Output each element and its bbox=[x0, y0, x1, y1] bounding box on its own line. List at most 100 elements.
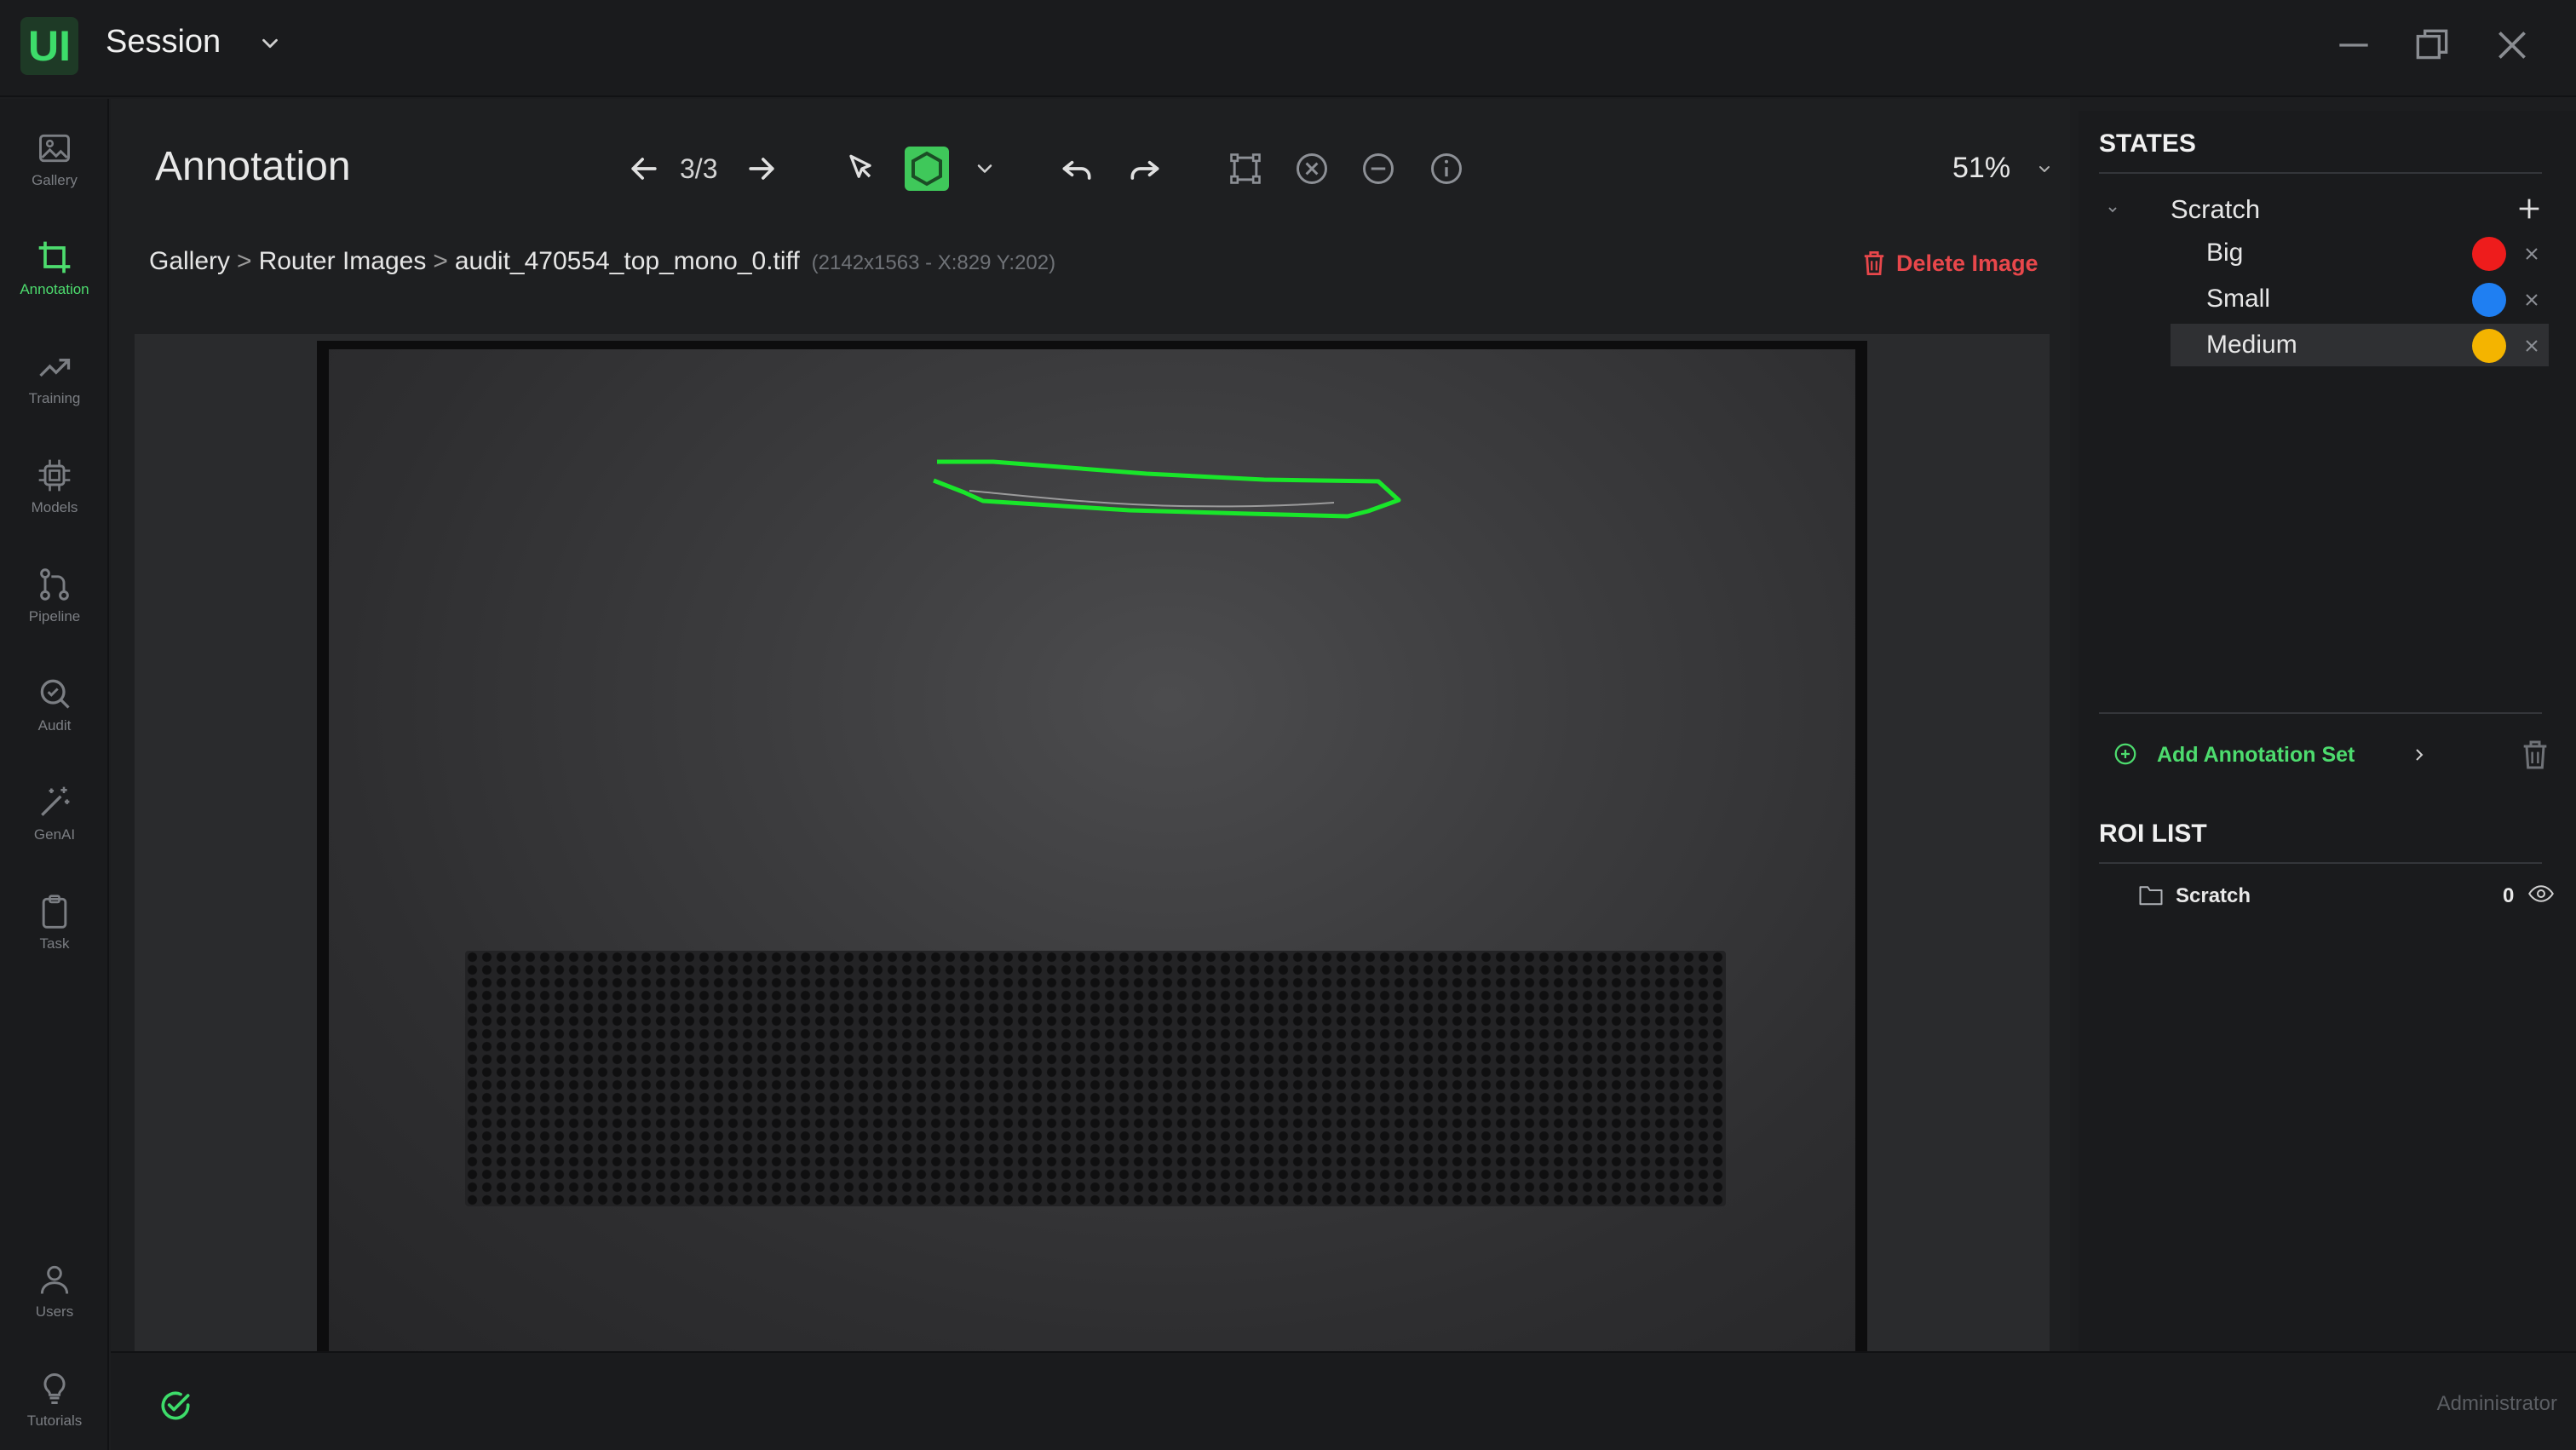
undo-icon[interactable] bbox=[1058, 150, 1095, 187]
image-icon bbox=[39, 134, 70, 163]
minimize-icon[interactable] bbox=[2332, 24, 2375, 66]
status-bar: Administrator bbox=[111, 1351, 2576, 1450]
divider bbox=[2099, 172, 2542, 174]
crop-icon bbox=[38, 241, 71, 273]
app-logo: UI bbox=[20, 17, 78, 75]
select-cursor-icon[interactable] bbox=[842, 150, 879, 187]
folder-icon bbox=[2139, 886, 2163, 906]
clipboard-icon bbox=[42, 895, 67, 929]
image-info: (2142x1563 - X:829 Y:202) bbox=[811, 251, 1056, 274]
breadcrumb-separator: > bbox=[433, 247, 448, 275]
nav-pipeline[interactable]: Pipeline bbox=[0, 555, 109, 649]
session-title[interactable]: Session bbox=[106, 24, 221, 60]
chevron-down-icon[interactable] bbox=[2102, 199, 2123, 220]
close-icon[interactable] bbox=[2521, 290, 2542, 310]
nav-genai[interactable]: GenAI bbox=[0, 774, 109, 867]
restore-icon[interactable] bbox=[2411, 24, 2453, 66]
close-icon[interactable] bbox=[2491, 24, 2533, 66]
polygon-tool-icon[interactable] bbox=[903, 145, 951, 193]
roi-count: 0 bbox=[2503, 884, 2515, 907]
chevron-down-icon[interactable] bbox=[973, 157, 997, 181]
page-title: Annotation bbox=[155, 144, 351, 189]
nav-label: Gallery bbox=[32, 172, 78, 188]
nav-audit[interactable]: Audit bbox=[0, 665, 109, 758]
state-item-medium[interactable]: Medium bbox=[2171, 324, 2549, 366]
nav-annotation[interactable]: Annotation bbox=[0, 228, 109, 322]
git-branch-icon bbox=[40, 568, 69, 601]
state-color-swatch[interactable] bbox=[2472, 237, 2506, 271]
nav-training[interactable]: Training bbox=[0, 337, 109, 431]
nav-users[interactable]: Users bbox=[0, 1251, 109, 1344]
nav-label: Audit bbox=[37, 717, 72, 734]
nav-label: Tutorials bbox=[26, 1413, 83, 1429]
state-name: Medium bbox=[2206, 331, 2297, 359]
user-icon bbox=[40, 1265, 69, 1294]
zoom-level[interactable]: 51% bbox=[1952, 152, 2010, 185]
breadcrumb: Gallery > Router Images > audit_470554_top_m… bbox=[149, 247, 1055, 276]
info-icon[interactable] bbox=[1428, 150, 1465, 187]
trend-icon bbox=[39, 359, 71, 377]
chevron-down-icon[interactable] bbox=[257, 31, 283, 56]
trash-icon bbox=[1864, 251, 1884, 275]
nav-label: GenAI bbox=[33, 826, 76, 843]
breadcrumb-gallery[interactable]: Gallery bbox=[149, 247, 230, 275]
nav-label: Annotation bbox=[20, 281, 89, 297]
roi-name: Scratch bbox=[2176, 884, 2251, 907]
plus-circle-icon bbox=[2114, 743, 2136, 765]
router-image bbox=[329, 349, 1855, 1351]
magic-wand-icon bbox=[41, 786, 70, 816]
sidebar: Gallery Annotation Training Models Pipel… bbox=[0, 99, 109, 1450]
arrow-right-icon[interactable] bbox=[743, 150, 780, 187]
roi-list-heading: ROI LIST bbox=[2099, 820, 2207, 848]
nav-gallery[interactable]: Gallery bbox=[0, 119, 109, 213]
check-circle-icon bbox=[161, 1391, 190, 1420]
eye-icon[interactable] bbox=[2528, 883, 2554, 905]
delete-image-label: Delete Image bbox=[1896, 250, 2038, 276]
add-annotation-set-label: Add Annotation Set bbox=[2157, 743, 2355, 767]
redo-icon[interactable] bbox=[1126, 150, 1164, 187]
title-bar: UI Session bbox=[0, 0, 2576, 97]
state-name: Big bbox=[2206, 239, 2244, 267]
app-window: UI Session Gallery Annotation Training M… bbox=[0, 0, 2576, 1450]
add-annotation-set-button[interactable]: Add Annotation Set bbox=[2113, 738, 2556, 774]
breadcrumb-folder[interactable]: Router Images bbox=[259, 247, 427, 275]
breadcrumb-separator: > bbox=[237, 247, 252, 275]
trash-icon[interactable] bbox=[2520, 738, 2550, 772]
state-name: Small bbox=[2206, 285, 2271, 313]
circle-minus-icon[interactable] bbox=[1360, 150, 1397, 187]
divider bbox=[2099, 862, 2542, 864]
close-icon[interactable] bbox=[2521, 336, 2542, 356]
states-heading: STATES bbox=[2099, 129, 2196, 158]
state-color-swatch[interactable] bbox=[2472, 283, 2506, 317]
state-color-swatch[interactable] bbox=[2472, 329, 2506, 363]
state-group-scratch[interactable]: Scratch bbox=[2099, 186, 2559, 232]
breadcrumb-file: audit_470554_top_mono_0.tiff bbox=[454, 247, 800, 275]
plus-icon[interactable] bbox=[2515, 194, 2544, 223]
chip-icon bbox=[38, 459, 71, 492]
chevron-right-icon[interactable] bbox=[2409, 745, 2429, 765]
states-panel: STATES Scratch Big Small Medium Add Anno… bbox=[2079, 111, 2576, 1351]
close-icon[interactable] bbox=[2521, 244, 2542, 264]
scratch-polygon[interactable] bbox=[933, 459, 1401, 519]
arrow-left-icon[interactable] bbox=[625, 150, 663, 187]
nav-label: Training bbox=[28, 390, 81, 406]
nav-tutorials[interactable]: Tutorials bbox=[0, 1360, 109, 1450]
bounding-box-icon[interactable] bbox=[1227, 150, 1264, 187]
nav-label: Models bbox=[31, 499, 78, 515]
nav-task[interactable]: Task bbox=[0, 883, 109, 976]
circle-x-icon[interactable] bbox=[1293, 150, 1331, 187]
state-group-name: Scratch bbox=[2171, 194, 2261, 224]
image-frame bbox=[317, 341, 1867, 1351]
nav-models[interactable]: Models bbox=[0, 446, 109, 540]
state-item-small[interactable]: Small bbox=[2171, 278, 2549, 320]
roi-item-scratch[interactable]: Scratch 0 bbox=[2138, 877, 2556, 915]
current-user: Administrator bbox=[2436, 1392, 2557, 1415]
nav-label: Task bbox=[39, 935, 70, 952]
image-counter: 3/3 bbox=[680, 153, 718, 184]
nav-label: Users bbox=[35, 1303, 74, 1320]
annotation-canvas[interactable] bbox=[135, 334, 2050, 1351]
state-item-big[interactable]: Big bbox=[2171, 232, 2549, 274]
lightbulb-icon bbox=[43, 1373, 66, 1404]
annotation-overlay bbox=[933, 459, 1401, 519]
chevron-down-icon[interactable] bbox=[2034, 158, 2055, 179]
